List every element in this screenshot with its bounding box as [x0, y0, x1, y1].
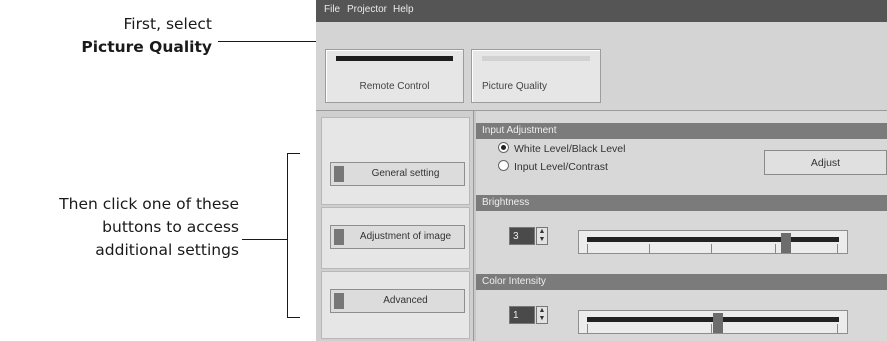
brightness-slider-thumb[interactable] — [780, 233, 791, 253]
side-box-adjustment: Adjustment of image — [321, 207, 470, 269]
adjustment-of-image-label: Adjustment of image — [359, 231, 452, 242]
pointer-line-left-horizontal — [242, 239, 288, 240]
settings-panel: Input Adjustment White Level/Black Level… — [476, 111, 887, 341]
menu-file[interactable]: File — [324, 4, 340, 15]
adjustment-of-image-indicator — [334, 229, 344, 245]
remote-control-button[interactable]: Remote Control — [325, 49, 464, 103]
general-setting-label: General setting — [371, 168, 440, 179]
callout-top-line1: First, select — [123, 15, 212, 33]
color-intensity-spinner-arrows[interactable]: ▲ ▼ — [536, 306, 548, 324]
remote-control-indicator — [336, 56, 453, 61]
slider-tick — [837, 244, 838, 253]
remote-control-label: Remote Control — [359, 81, 430, 92]
advanced-button[interactable]: Advanced — [330, 289, 465, 313]
side-button-panel: General setting Adjustment of image Adva… — [316, 111, 474, 341]
callout-select-picture-quality: First, select Picture Quality — [60, 13, 212, 59]
slider-tick — [587, 324, 588, 333]
color-intensity-value-field[interactable]: 1 — [509, 306, 535, 324]
slider-tick — [775, 244, 776, 253]
brightness-value-field[interactable]: 3 — [509, 227, 535, 245]
callout-left-line2: buttons to access — [102, 218, 239, 236]
general-setting-indicator — [334, 166, 344, 182]
tab-toolbar: Remote Control Picture Quality — [316, 22, 887, 111]
menu-bar: File Projector Help — [316, 0, 887, 22]
radio-input-level-contrast[interactable]: Input Level/Contrast — [498, 160, 608, 173]
bracket-top-tick — [287, 153, 300, 154]
advanced-label: Advanced — [383, 295, 428, 306]
picture-quality-button[interactable]: Picture Quality — [471, 49, 601, 103]
advanced-indicator — [334, 293, 344, 309]
color-intensity-slider[interactable] — [578, 310, 848, 334]
adjustment-of-image-button[interactable]: Adjustment of image — [330, 225, 465, 249]
slider-tick — [837, 324, 838, 333]
side-box-general: General setting — [321, 117, 470, 205]
slider-tick — [711, 244, 712, 253]
menu-projector[interactable]: Projector — [347, 4, 387, 15]
bracket-vertical — [287, 153, 288, 318]
callout-left-line3: additional settings — [95, 241, 239, 259]
color-intensity-header: Color Intensity — [476, 274, 887, 290]
brightness-slider-track — [587, 237, 839, 242]
general-setting-button[interactable]: General setting — [330, 162, 465, 186]
bracket-bottom-tick — [287, 317, 300, 318]
menu-help[interactable]: Help — [393, 4, 414, 15]
callout-top-line2: Picture Quality — [81, 38, 212, 56]
picture-quality-indicator — [482, 56, 590, 61]
radio-input-level-label: Input Level/Contrast — [514, 161, 608, 173]
input-adjustment-header: Input Adjustment — [476, 123, 887, 139]
slider-tick — [649, 244, 650, 253]
radio-dot — [498, 160, 509, 171]
radio-white-black-label: White Level/Black Level — [514, 143, 626, 155]
brightness-header: Brightness — [476, 195, 887, 211]
projector-app-window: File Projector Help Remote Control Pictu… — [316, 0, 887, 341]
slider-tick — [587, 244, 588, 253]
adjust-button[interactable]: Adjust — [764, 150, 887, 175]
callout-click-buttons: Then click one of these buttons to acces… — [0, 193, 239, 262]
radio-white-black-level[interactable]: White Level/Black Level — [498, 142, 625, 155]
radio-dot-selected — [498, 142, 509, 153]
color-intensity-slider-thumb[interactable] — [712, 313, 723, 333]
side-box-advanced: Advanced — [321, 271, 470, 339]
slider-tick — [711, 324, 712, 333]
brightness-slider[interactable] — [578, 230, 848, 254]
picture-quality-label: Picture Quality — [482, 81, 548, 92]
callout-left-line1: Then click one of these — [59, 195, 239, 213]
brightness-spinner-arrows[interactable]: ▲ ▼ — [536, 227, 548, 245]
